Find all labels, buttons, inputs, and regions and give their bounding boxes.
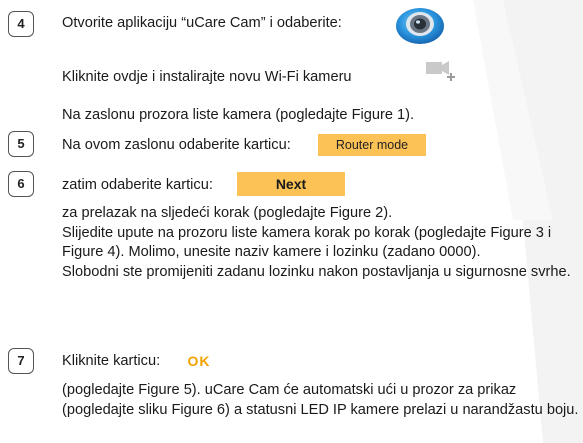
ok-button[interactable]: OK xyxy=(179,350,219,372)
step-6-paragraph: Slobodni ste promijeniti zadanu lozinku … xyxy=(62,263,571,280)
step-4-text: Otvorite aplikaciju “uCare Cam” i odaber… xyxy=(62,15,342,31)
video-camera-add-icon[interactable] xyxy=(424,58,456,84)
step-7-text: Kliknite karticu: xyxy=(62,353,161,369)
step-6-paragraph: Slijedite upute na prozoru liste kamera … xyxy=(62,224,552,261)
step-4-note: Na zaslonu prozora liste kamera (pogleda… xyxy=(62,107,415,123)
step-number-badge: 4 xyxy=(8,11,34,37)
ucare-cam-app-icon[interactable] xyxy=(394,6,446,46)
step-number-badge: 7 xyxy=(8,348,34,374)
step-6-details: za prelazak na sljedeći korak (pogledajt… xyxy=(62,204,580,282)
instruction-page: 4 Otvorite aplikaciju “uCare Cam” i odab… xyxy=(0,0,583,443)
step-5-text: Na ovom zaslonu odaberite karticu: xyxy=(62,137,291,153)
router-mode-button[interactable]: Router mode xyxy=(318,134,426,156)
next-button[interactable]: Next xyxy=(237,172,345,196)
step-number-badge: 5 xyxy=(8,131,34,157)
step-6-text: zatim odaberite karticu: xyxy=(62,177,213,193)
step-number-badge: 6 xyxy=(8,171,34,197)
step-7-paragraph: (pogledajte Figure 5). uCare Cam će auto… xyxy=(62,382,579,418)
step-4-instruction: Kliknite ovdje i instalirajte novu Wi-Fi… xyxy=(62,69,352,85)
step-7-details: (pogledajte Figure 5). uCare Cam će auto… xyxy=(62,381,580,420)
step-6-paragraph: za prelazak na sljedeći korak (pogledajt… xyxy=(62,205,393,221)
